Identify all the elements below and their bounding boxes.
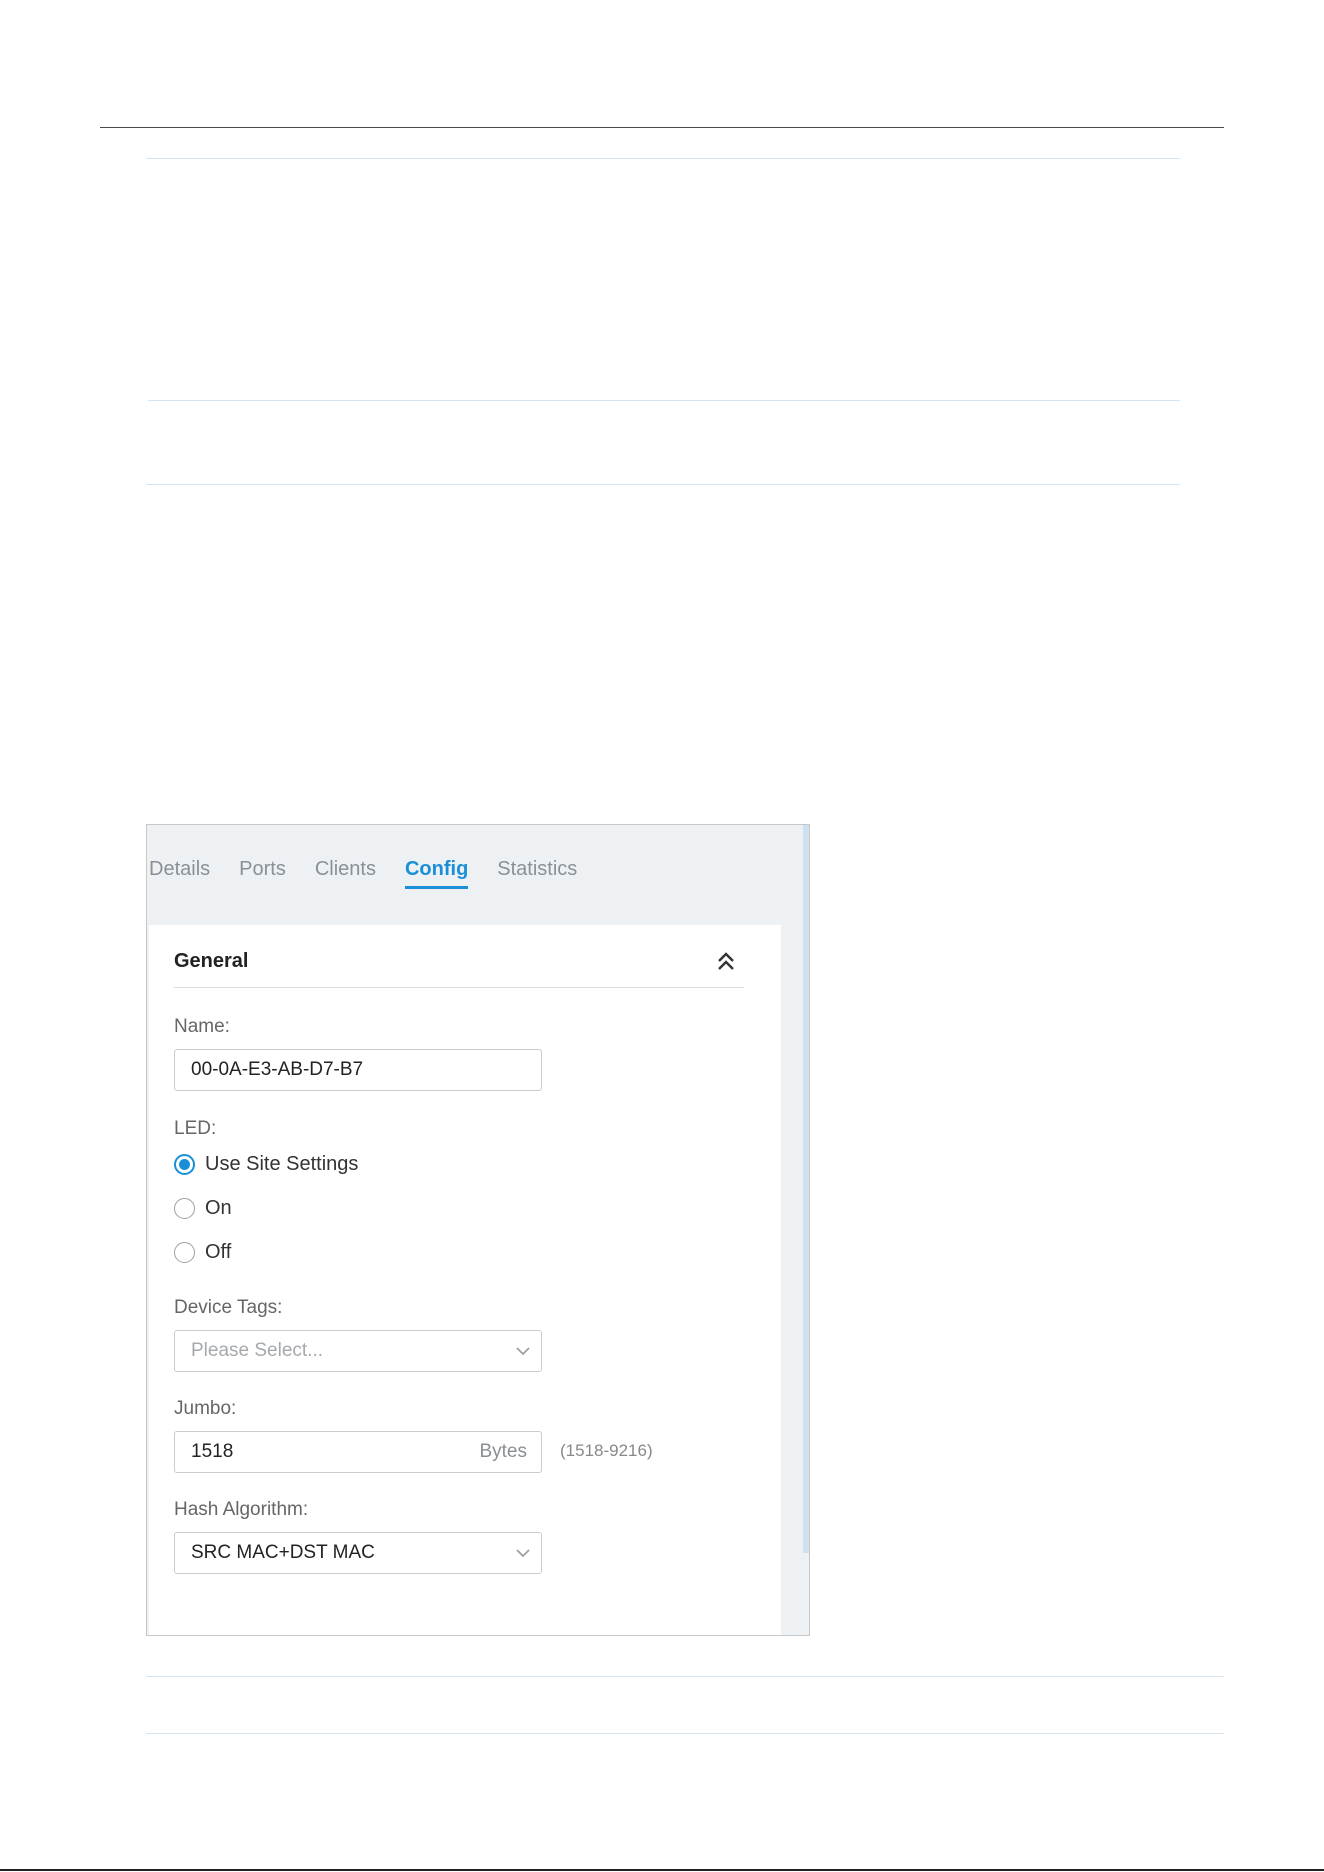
chevron-down-icon — [516, 1347, 530, 1356]
jumbo-range-hint: (1518-9216) — [560, 1441, 653, 1460]
device-tags-placeholder: Please Select... — [191, 1340, 324, 1361]
tab-bar: Details Ports Clients Config Statistics — [147, 855, 606, 895]
name-value: 00-0A-E3-AB-D7-B7 — [191, 1059, 364, 1080]
led-option-off[interactable]: Off — [174, 1238, 231, 1266]
section-title: General — [174, 950, 249, 972]
divider — [146, 1676, 1224, 1677]
jumbo-input[interactable]: 1518 Bytes — [174, 1431, 542, 1473]
tab-details[interactable]: Details — [149, 855, 210, 891]
hash-algorithm-label: Hash Algorithm: — [174, 1499, 309, 1520]
tab-config[interactable]: Config — [404, 855, 469, 891]
double-chevron-up-icon[interactable] — [714, 949, 738, 975]
divider — [148, 400, 1180, 401]
hash-algorithm-value: SRC MAC+DST MAC — [191, 1542, 375, 1563]
divider — [146, 1733, 1224, 1734]
led-option-label: Use Site Settings — [205, 1152, 359, 1175]
jumbo-value: 1518 — [191, 1441, 234, 1462]
led-option-use-site-settings[interactable]: Use Site Settings — [174, 1150, 358, 1178]
divider — [146, 484, 1180, 485]
header-rule — [100, 127, 1224, 128]
led-label: LED: — [174, 1118, 217, 1139]
device-tags-label: Device Tags: — [174, 1297, 283, 1318]
divider — [146, 158, 1180, 159]
chevron-down-icon — [516, 1549, 530, 1558]
general-card: General Name: 00-0A-E3-AB-D7-B7 LED: Use… — [149, 925, 781, 1635]
name-label: Name: — [174, 1016, 230, 1037]
radio-unchecked-icon[interactable] — [174, 1197, 195, 1219]
tab-clients[interactable]: Clients — [315, 855, 376, 891]
section-header: General — [174, 947, 744, 988]
device-config-screenshot: Details Ports Clients Config Statistics … — [146, 824, 810, 1636]
tab-statistics[interactable]: Statistics — [497, 855, 577, 891]
tab-ports[interactable]: Ports — [239, 855, 286, 891]
radio-checked-icon[interactable] — [174, 1153, 195, 1175]
scrollbar[interactable] — [803, 825, 809, 1553]
jumbo-label: Jumbo: — [174, 1398, 237, 1419]
footer-rule — [0, 1869, 1324, 1871]
led-option-label: Off — [205, 1240, 232, 1263]
jumbo-unit: Bytes — [479, 1441, 527, 1462]
radio-unchecked-icon[interactable] — [174, 1241, 195, 1263]
led-option-on[interactable]: On — [174, 1194, 232, 1222]
device-tags-select[interactable]: Please Select... — [174, 1330, 542, 1372]
hash-algorithm-select[interactable]: SRC MAC+DST MAC — [174, 1532, 542, 1574]
name-input[interactable]: 00-0A-E3-AB-D7-B7 — [174, 1049, 542, 1091]
led-option-label: On — [205, 1196, 232, 1219]
